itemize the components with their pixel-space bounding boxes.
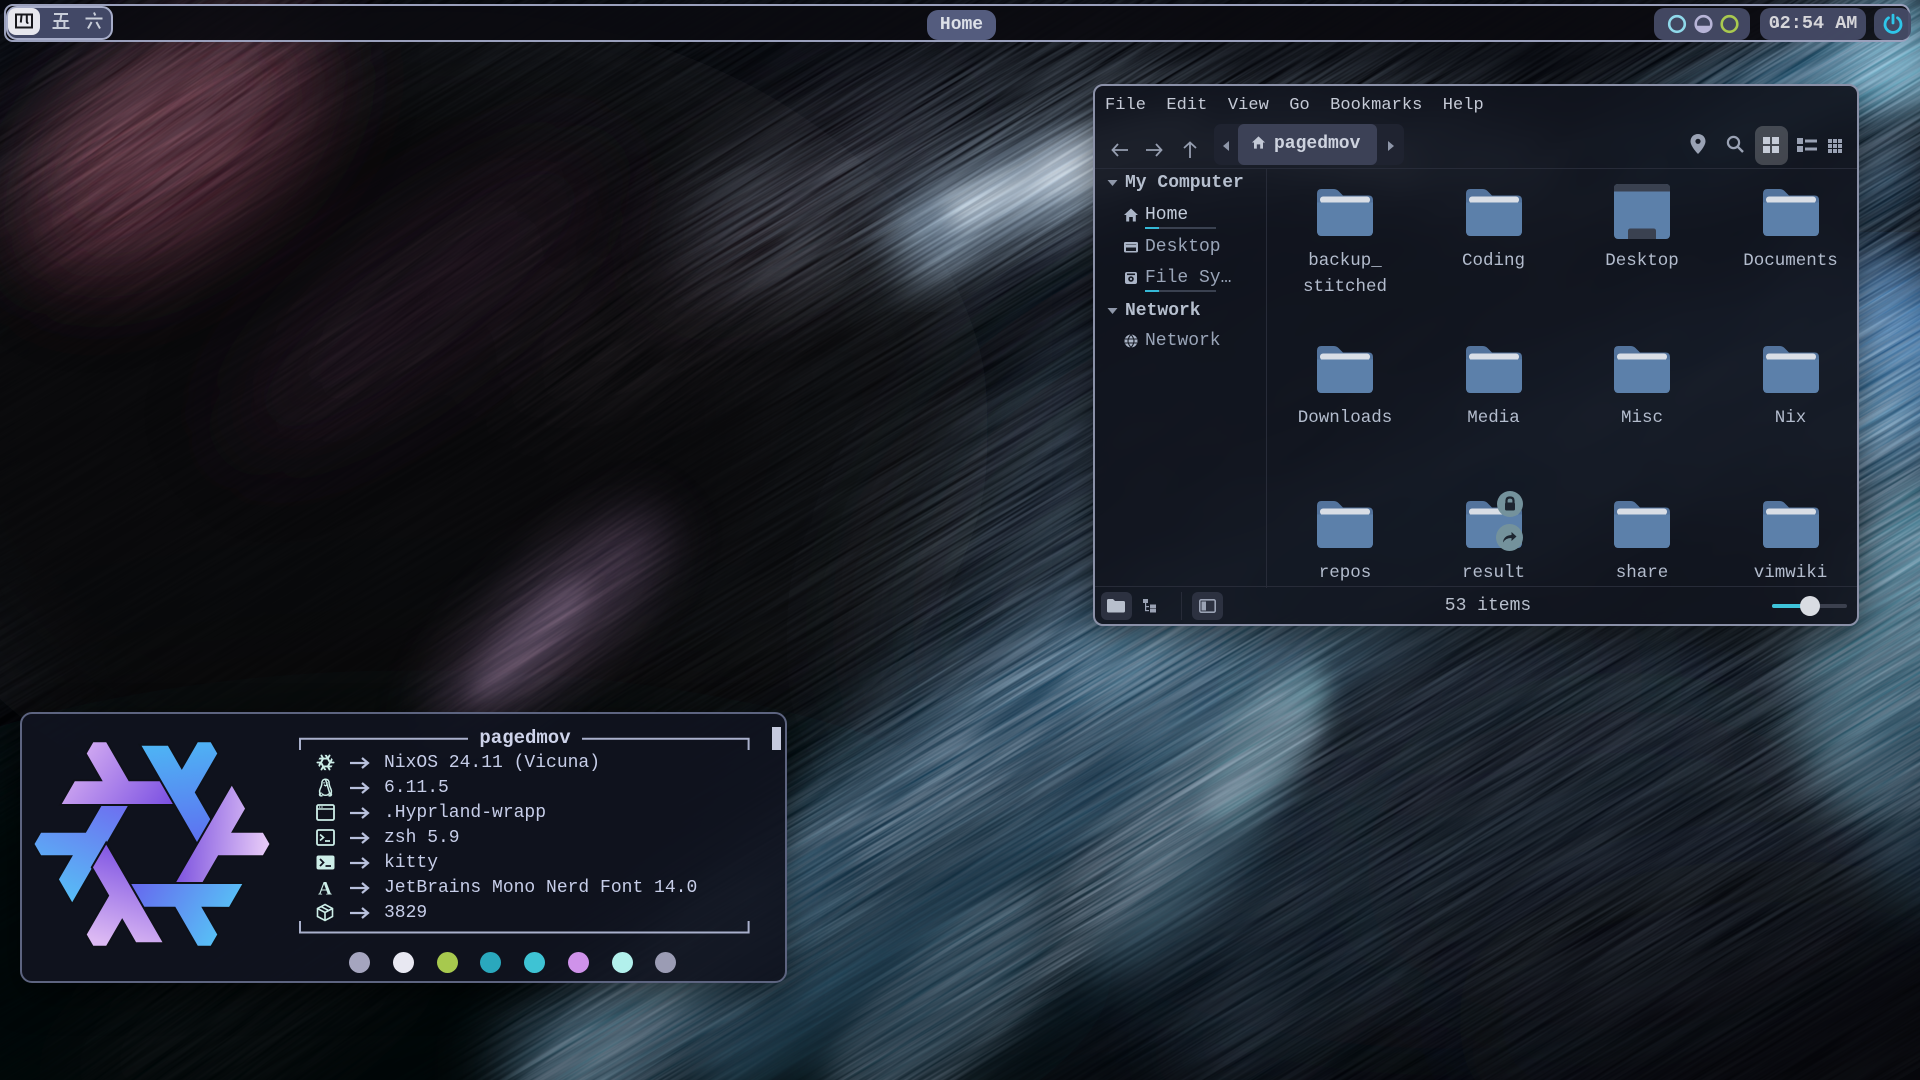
svg-text:A: A: [318, 879, 332, 897]
